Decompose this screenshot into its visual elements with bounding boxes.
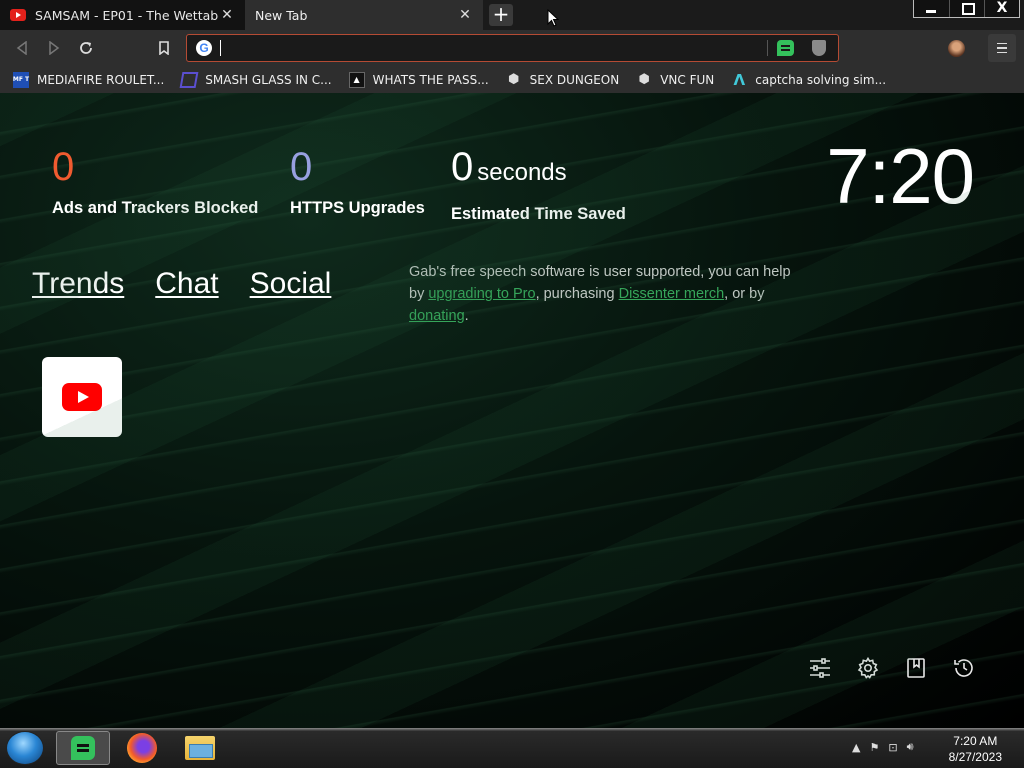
- taskbar-clock[interactable]: 7:20 AM 8/27/2023: [949, 733, 1002, 765]
- settings-icon[interactable]: [856, 656, 880, 680]
- forward-icon[interactable]: [44, 38, 64, 58]
- bookmark-label: MEDIAFIRE ROULET...: [37, 72, 165, 87]
- bookmark-sex-dungeon[interactable]: ⬢ SEX DUNGEON: [506, 72, 620, 88]
- support-text: , purchasing: [535, 286, 619, 302]
- mouse-cursor-icon: [547, 9, 559, 27]
- tab-samsam[interactable]: SAMSAM - EP01 - The Wettabeds ✕: [0, 0, 245, 30]
- stat-label: Estimated Time Saved: [451, 205, 626, 223]
- stat-ads-blocked: 0 Ads and Trackers Blocked: [52, 145, 258, 218]
- customize-icon[interactable]: [808, 656, 832, 680]
- firefox-icon: [127, 733, 157, 763]
- mediafire-icon: MF T: [13, 71, 29, 88]
- address-bar[interactable]: G: [186, 34, 839, 62]
- youtube-icon: [10, 9, 26, 21]
- bookmark-icon[interactable]: [154, 38, 174, 58]
- system-tray: ▲ ⚑ ⊡ 🔊︎: [852, 740, 914, 754]
- volume-icon[interactable]: 🔊︎: [907, 740, 914, 754]
- gab-dissenter-icon: [71, 736, 95, 760]
- bookmark-mediafire[interactable]: MF T MEDIAFIRE ROULET...: [13, 71, 165, 88]
- social-link[interactable]: Social: [250, 267, 332, 301]
- url-input[interactable]: [223, 37, 763, 59]
- donating-link[interactable]: donating: [409, 308, 465, 324]
- start-orb-icon[interactable]: [6, 731, 44, 765]
- whatsthepass-icon: ▲: [348, 71, 365, 88]
- taskbar-time: 7:20 AM: [953, 734, 998, 748]
- chat-link[interactable]: Chat: [155, 267, 218, 301]
- cube-icon: ⬢: [638, 72, 650, 87]
- history-icon[interactable]: [952, 656, 976, 680]
- tab-close-icon[interactable]: ✕: [219, 7, 235, 23]
- stat-label: Ads and Trackers Blocked: [52, 199, 259, 217]
- lambda-icon: Λ: [733, 70, 746, 89]
- bookmark-label: VNC FUN: [660, 72, 715, 87]
- support-text: , or by: [724, 286, 765, 302]
- support-message: Gab's free speech software is user suppo…: [409, 261, 804, 327]
- window-controls: X: [913, 0, 1020, 18]
- stat-value: 0: [290, 145, 313, 189]
- back-icon[interactable]: [12, 38, 32, 58]
- profile-avatar[interactable]: [948, 40, 965, 57]
- bookmark-whats-the-pass[interactable]: ▲ WHATS THE PASS...: [348, 71, 489, 88]
- hamburger-icon: [997, 42, 1007, 45]
- tab-close-icon[interactable]: ✕: [457, 7, 473, 23]
- file-explorer-icon: [185, 736, 215, 760]
- stat-value: 0: [52, 145, 75, 189]
- taskbar: ▲ ⚑ ⊡ 🔊︎ 7:20 AM 8/27/2023: [0, 728, 1024, 768]
- action-center-flag-icon[interactable]: ⚑: [869, 741, 879, 754]
- page-clock: 7:20: [826, 132, 975, 220]
- youtube-icon: [62, 383, 102, 411]
- bookmarks-icon[interactable]: [904, 656, 928, 680]
- tab-new-tab[interactable]: New Tab ✕: [245, 0, 483, 30]
- stat-unit: seconds: [477, 159, 567, 186]
- stat-value-row: 0 seconds: [451, 145, 626, 195]
- stat-https-upgrades: 0 HTTPS Upgrades: [290, 145, 425, 218]
- reload-icon[interactable]: [76, 38, 96, 58]
- shield-icon[interactable]: [812, 40, 826, 56]
- new-tab-page: 0 Ads and Trackers Blocked 0 HTTPS Upgra…: [0, 93, 1024, 728]
- bookmark-label: WHATS THE PASS...: [372, 72, 489, 87]
- smash-icon: [179, 71, 199, 88]
- stat-label: HTTPS Upgrades: [290, 199, 425, 217]
- top-site-youtube[interactable]: [42, 357, 122, 437]
- maximize-button[interactable]: [949, 0, 984, 17]
- tab-strip: SAMSAM - EP01 - The Wettabeds ✕ New Tab …: [0, 0, 1024, 30]
- dissenter-merch-link[interactable]: Dissenter merch: [619, 286, 725, 302]
- taskbar-file-explorer[interactable]: [180, 731, 220, 765]
- bookmark-vnc-fun[interactable]: ⬢ VNC FUN: [636, 72, 715, 88]
- stat-value: 0: [451, 145, 474, 189]
- trends-link[interactable]: Trends: [32, 267, 124, 301]
- new-tab-button[interactable]: +: [489, 4, 513, 26]
- taskbar-date: 8/27/2023: [948, 750, 1002, 764]
- tab-title: SAMSAM - EP01 - The Wettabeds: [35, 7, 219, 23]
- divider: [767, 40, 768, 56]
- browser-toolbar: G: [0, 30, 1024, 66]
- cube-icon: ⬢: [507, 72, 520, 87]
- taskbar-firefox[interactable]: [122, 731, 162, 765]
- show-hidden-icons-icon[interactable]: ▲: [852, 741, 860, 754]
- bookmarks-bar: MF T MEDIAFIRE ROULET... SMASH GLASS IN …: [0, 66, 1024, 93]
- bookmark-label: SEX DUNGEON: [529, 72, 620, 87]
- page-tools: [808, 656, 976, 680]
- menu-button[interactable]: [988, 34, 1016, 62]
- network-icon[interactable]: ⊡: [888, 741, 897, 754]
- bookmark-label: captcha solving sim...: [755, 72, 887, 87]
- bookmark-captcha[interactable]: Λ captcha solving sim...: [731, 70, 887, 89]
- stat-time-saved: 0 seconds Estimated Time Saved: [451, 145, 626, 224]
- upgrade-pro-link[interactable]: upgrading to Pro: [428, 286, 535, 302]
- minimize-button[interactable]: [914, 0, 949, 17]
- text-caret: [220, 40, 221, 56]
- bookmark-smash-glass[interactable]: SMASH GLASS IN C...: [179, 71, 332, 88]
- gab-links: Trends Chat Social: [32, 267, 331, 301]
- close-window-button[interactable]: X: [984, 0, 1019, 17]
- support-text: .: [464, 308, 469, 324]
- tab-title: New Tab: [255, 7, 308, 23]
- google-icon: G: [196, 40, 212, 56]
- bookmark-label: SMASH GLASS IN C...: [205, 72, 332, 87]
- dissenter-icon[interactable]: [777, 40, 794, 56]
- taskbar-dissenter[interactable]: [56, 731, 110, 765]
